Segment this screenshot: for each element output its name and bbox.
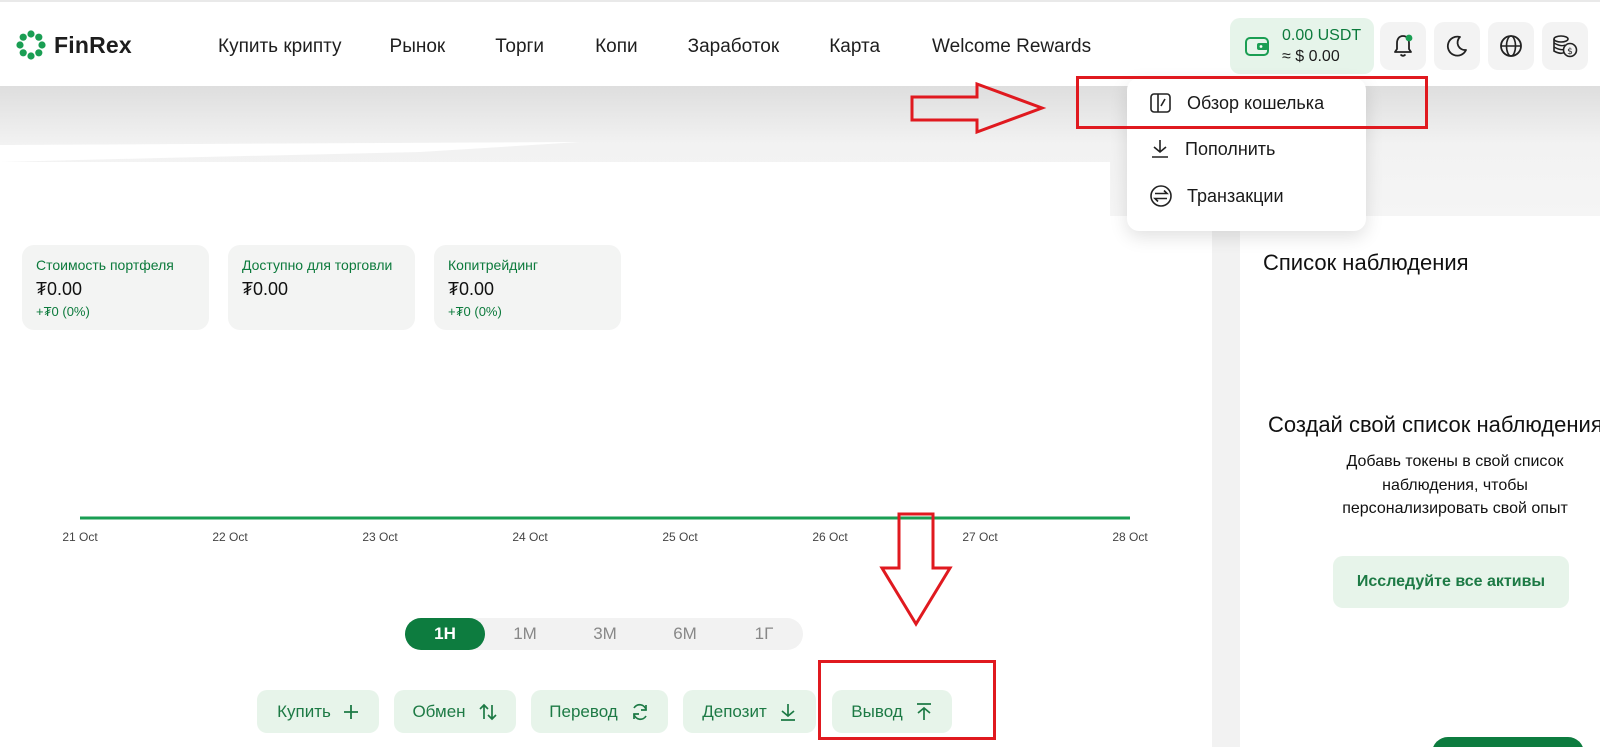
period-1h[interactable]: 1Н	[405, 618, 485, 650]
nav-buy-crypto[interactable]: Купить крипту	[218, 36, 342, 58]
nav-card[interactable]: Карта	[829, 36, 880, 58]
x-tick-label: 22 Oct	[212, 530, 248, 544]
nav-copy[interactable]: Копи	[595, 36, 638, 58]
main-nav: Купить крипту Рынок Торги Копи Заработок…	[218, 36, 1091, 58]
brand-logo[interactable]: FinRex	[16, 30, 132, 60]
exchange-label: Обмен	[412, 701, 466, 721]
card-title: Стоимость портфеля	[36, 257, 174, 273]
currency-icon: $	[1553, 35, 1578, 58]
highlight-wallet-overview	[1076, 76, 1428, 129]
currency-button[interactable]: $	[1542, 22, 1588, 70]
watchlist-title: Список наблюдения	[1263, 250, 1469, 275]
watchlist-empty-description: Добавь токены в свой список наблюдения, …	[1342, 453, 1568, 517]
portfolio-chart: 21 Oct 22 Oct 23 Oct 24 Oct 25 Oct 26 Oct 27 O…	[62, 516, 1148, 544]
x-tick-label: 23 Oct	[362, 530, 398, 544]
transfer-label: Перевод	[549, 701, 618, 721]
period-6m[interactable]: 6М	[645, 618, 725, 650]
card-change: +₮0 (0%)	[448, 304, 502, 319]
x-tick-label: 21 Oct	[62, 530, 98, 544]
wallet-button[interactable]: 0.00 USDT ≈ $ 0.00	[1230, 18, 1374, 74]
menu-transactions[interactable]: Транзакции	[1149, 184, 1284, 208]
swap-vertical-icon	[478, 703, 497, 720]
copytrading-card: Копитрейдинг ₮0.00 +₮0 (0%)	[434, 245, 621, 330]
buy-label: Купить	[277, 701, 331, 721]
transactions-icon	[1150, 185, 1172, 207]
portfolio-value-card: Стоимость портфеля ₮0.00 +₮0 (0%)	[22, 245, 209, 330]
deposit-button[interactable]: Депозит	[683, 690, 816, 733]
svg-text:$: $	[1567, 47, 1573, 57]
panel-divider	[1212, 216, 1240, 747]
explore-assets-button[interactable]: Исследуйте все активы	[1333, 556, 1569, 608]
language-button[interactable]	[1488, 22, 1534, 70]
nav-earn[interactable]: Заработок	[688, 36, 780, 58]
x-tick-label: 28 Oct	[1112, 530, 1148, 544]
nav-welcome-rewards[interactable]: Welcome Rewards	[932, 36, 1091, 58]
theme-toggle-button[interactable]	[1434, 22, 1480, 70]
deposit-label: Депозит	[702, 701, 767, 721]
x-tick-label: 27 Oct	[962, 530, 998, 544]
card-value: ₮0.00	[448, 279, 495, 299]
buy-button[interactable]: Купить	[257, 690, 379, 733]
download-icon	[780, 703, 795, 721]
period-3m[interactable]: 3М	[565, 618, 645, 650]
wallet-icon	[1245, 37, 1269, 56]
refresh-icon	[632, 703, 647, 720]
card-title: Копитрейдинг	[448, 257, 538, 273]
menu-label: Пополнить	[1185, 138, 1276, 159]
partial-green-button[interactable]	[1432, 737, 1584, 747]
download-icon	[1152, 140, 1168, 158]
finrex-logo-icon	[16, 30, 46, 60]
period-1y[interactable]: 1Г	[725, 618, 803, 650]
card-change: +₮0 (0%)	[36, 304, 90, 319]
wallet-usdt-balance: 0.00 USDT	[1282, 27, 1362, 44]
redacted-area	[0, 162, 1110, 222]
period-1m[interactable]: 1М	[485, 618, 565, 650]
notifications-button[interactable]	[1380, 22, 1426, 70]
menu-top-up[interactable]: Пополнить	[1149, 138, 1275, 160]
plus-icon	[343, 704, 358, 719]
top-header: FinRex Купить крипту Рынок Торги Копи За…	[0, 0, 1600, 86]
brand-name: FinRex	[54, 31, 132, 58]
menu-label: Транзакции	[1187, 185, 1284, 206]
watchlist-empty-headline: Создай свой список наблюдения	[1268, 412, 1600, 437]
card-value: ₮0.00	[242, 279, 289, 299]
wallet-usd-balance: ≈ $ 0.00	[1282, 48, 1340, 65]
globe-icon	[1500, 35, 1522, 57]
highlight-withdraw	[818, 660, 996, 740]
bell-icon	[1394, 34, 1413, 57]
x-tick-label: 24 Oct	[512, 530, 548, 544]
x-tick-label: 25 Oct	[662, 530, 698, 544]
exchange-button[interactable]: Обмен	[394, 690, 516, 733]
x-tick-label: 26 Oct	[812, 530, 848, 544]
available-trading-card: Доступно для торговли ₮0.00	[228, 245, 415, 330]
card-value: ₮0.00	[36, 279, 83, 299]
transfer-button[interactable]: Перевод	[531, 690, 668, 733]
card-title: Доступно для торговли	[242, 257, 393, 273]
nav-trading[interactable]: Торги	[495, 36, 544, 58]
moon-icon	[1446, 35, 1467, 57]
period-selector: 1Н 1М 3М 6М 1Г	[405, 618, 803, 650]
nav-market[interactable]: Рынок	[390, 36, 446, 58]
